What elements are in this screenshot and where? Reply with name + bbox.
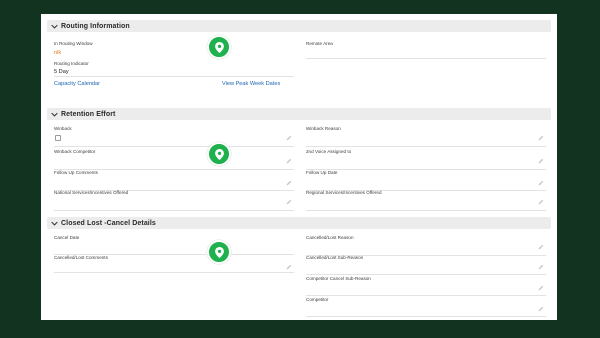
field-second-voice-assigned: 2nd Voice Assigned to — [306, 149, 546, 170]
pencil-icon[interactable] — [286, 264, 292, 270]
field-label: Follow Up Date — [306, 170, 338, 175]
field-national-services: National Services/Incentives Offered — [54, 190, 294, 211]
location-pin-icon[interactable] — [207, 240, 231, 264]
section-title-routing: Routing Information — [61, 22, 130, 30]
field-label: Cancelled/Lost Comments — [54, 255, 108, 260]
field-label: National Services/Incentives Offered — [54, 190, 129, 195]
field-label: Cancelled/Lost Sub-Reason — [306, 255, 364, 260]
pencil-icon[interactable] — [286, 158, 292, 164]
section-title-retention: Retention Effort — [61, 110, 116, 118]
field-cancelled-lost-reason: Cancelled/Lost Reason — [306, 235, 546, 256]
field-label: Routing Indicator — [54, 61, 89, 66]
field-label: Winback — [54, 126, 72, 131]
section-header-routing[interactable]: Routing Information — [47, 20, 551, 32]
field-value-in-routing-window: nlk — [54, 50, 62, 56]
field-label: Winback Reason — [306, 126, 341, 131]
field-label: Cancel Date — [54, 235, 80, 240]
pencil-icon[interactable] — [538, 180, 544, 186]
field-value-routing-indicator: 5 Day — [54, 69, 69, 75]
field-routing-indicator: Routing Indicator 5 Day — [54, 61, 294, 77]
pencil-icon[interactable] — [538, 199, 544, 205]
field-label: Winback Competitor — [54, 149, 96, 154]
section-header-retention[interactable]: Retention Effort — [47, 108, 551, 120]
capacity-calendar-link[interactable]: Capacity Calendar — [54, 81, 100, 87]
field-in-routing-window: In Routing Window nlk — [54, 41, 294, 61]
pencil-icon[interactable] — [538, 158, 544, 164]
view-peak-week-dates-link[interactable]: View Peak Week Dates — [222, 81, 280, 87]
section-header-closed-lost[interactable]: Closed Lost -Cancel Details — [47, 217, 551, 229]
location-pin-icon[interactable] — [207, 35, 231, 59]
field-competitor-cancel-sub-reason: Competitor Cancel Sub-Reason — [306, 276, 546, 296]
record-detail-panel: Routing Information In Routing Window nl… — [41, 14, 557, 320]
field-competitor: Competitor — [306, 297, 546, 317]
pencil-icon[interactable] — [538, 285, 544, 291]
field-winback: Winback — [54, 126, 294, 147]
winback-checkbox[interactable] — [55, 135, 61, 141]
field-follow-up-date: Follow Up Date — [306, 170, 546, 191]
field-regional-services: Regional Services/Incentives Offered — [306, 190, 546, 211]
pencil-icon[interactable] — [538, 244, 544, 250]
field-cancelled-lost-comments: Cancelled/Lost Comments — [54, 255, 294, 273]
field-label: 2nd Voice Assigned to — [306, 149, 352, 154]
field-label: Competitor Cancel Sub-Reason — [306, 276, 371, 281]
field-cancel-date: Cancel Date — [54, 235, 294, 255]
pencil-icon[interactable] — [538, 264, 544, 270]
pencil-icon[interactable] — [286, 180, 292, 186]
section-title-closed-lost: Closed Lost -Cancel Details — [61, 219, 156, 227]
pencil-icon[interactable] — [538, 135, 544, 141]
field-label: Regional Services/Incentives Offered — [306, 190, 382, 195]
chevron-down-icon[interactable] — [47, 108, 61, 120]
field-remote-area: Remote Area — [306, 41, 546, 59]
chevron-down-icon[interactable] — [47, 217, 61, 229]
field-label: Follow Up Comments — [54, 170, 98, 175]
field-follow-up-comments: Follow Up Comments — [54, 170, 294, 191]
chevron-down-icon[interactable] — [47, 20, 61, 32]
field-label: In Routing Window — [54, 41, 93, 46]
pencil-icon[interactable] — [538, 306, 544, 312]
pencil-icon[interactable] — [286, 199, 292, 205]
field-cancelled-lost-sub-reason: Cancelled/Lost Sub-Reason — [306, 255, 546, 275]
field-label: Remote Area — [306, 41, 333, 46]
field-winback-competitor: Winback Competitor — [54, 149, 294, 170]
location-pin-icon[interactable] — [207, 142, 231, 166]
field-label: Competitor — [306, 297, 329, 302]
pencil-icon[interactable] — [286, 135, 292, 141]
field-winback-reason: Winback Reason — [306, 126, 546, 147]
field-label: Cancelled/Lost Reason — [306, 235, 354, 240]
